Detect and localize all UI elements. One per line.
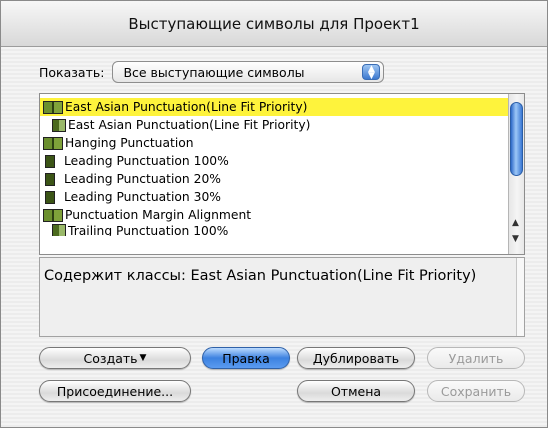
cancel-button[interactable]: Отмена xyxy=(297,380,415,402)
window-title: Выступающие символы для Проект1 xyxy=(128,14,420,33)
hanging-set-icon xyxy=(43,208,63,222)
save-button[interactable]: Сохранить xyxy=(427,380,525,402)
list-item-label: East Asian Punctuation(Line Fit Priority… xyxy=(65,100,308,114)
hanging-set-icon xyxy=(43,136,63,150)
updown-arrows-icon: ▲ ▼ xyxy=(362,64,381,81)
cancel-button-label: Отмена xyxy=(330,383,382,399)
show-popup[interactable]: Все выступающие символы ▲ ▼ xyxy=(112,61,385,83)
list-item[interactable]: Leading Punctuation 30% xyxy=(40,188,508,206)
append-button-label: Присоединение... xyxy=(56,383,174,399)
list-item-label: Trailing Punctuation 100% xyxy=(68,224,229,236)
show-label: Показать: xyxy=(39,64,105,80)
list-item-label: East Asian Punctuation(Line Fit Priority… xyxy=(68,118,311,132)
edit-button-label: Правка xyxy=(222,350,270,366)
hanging-characters-dialog: Выступающие символы для Проект1 Показать… xyxy=(0,0,548,428)
description-text: Содержит классы: East Asian Punctuation(… xyxy=(44,268,477,284)
list-item-label: Leading Punctuation 20% xyxy=(64,172,221,186)
scroll-thumb[interactable] xyxy=(510,102,523,176)
list-item[interactable]: Punctuation Margin Alignment xyxy=(40,206,508,224)
list-item[interactable]: East Asian Punctuation(Line Fit Priority… xyxy=(40,98,508,116)
description-box: Содержит классы: East Asian Punctuation(… xyxy=(39,257,525,337)
dropdown-triangle-icon: ▼ xyxy=(139,353,147,363)
new-button-label: Создать xyxy=(83,350,138,366)
scroll-up-arrow-icon[interactable]: ▲ xyxy=(512,218,519,228)
list-item-label: Hanging Punctuation xyxy=(65,136,194,150)
duplicate-button-label: Дублировать xyxy=(312,350,400,366)
delete-button-label: Удалить xyxy=(448,350,504,366)
duplicate-button[interactable]: Дублировать xyxy=(297,347,415,369)
list-item[interactable]: Trailing Punctuation 100% xyxy=(40,224,508,236)
list-item[interactable]: Leading Punctuation 100% xyxy=(40,152,508,170)
new-button[interactable]: Создать ▼ xyxy=(39,347,191,369)
show-popup-value: Все выступающие символы xyxy=(123,64,305,80)
hanging-class-icon xyxy=(52,224,66,236)
description-scrollbar xyxy=(516,258,524,336)
list-item-label: Leading Punctuation 100% xyxy=(64,154,229,168)
edit-button[interactable]: Правка xyxy=(202,347,290,369)
show-row: Показать: Все выступающие символы ▲ ▼ xyxy=(39,61,385,83)
list-item[interactable]: East Asian Punctuation(Line Fit Priority… xyxy=(40,116,508,134)
list-item[interactable]: Leading Punctuation 20% xyxy=(40,170,508,188)
hanging-class-icon xyxy=(45,154,55,168)
save-button-label: Сохранить xyxy=(440,383,512,399)
list-scrollbar[interactable]: ▲ ▼ xyxy=(508,94,524,254)
list-item-label: Leading Punctuation 30% xyxy=(64,190,221,204)
append-button[interactable]: Присоединение... xyxy=(39,380,191,402)
list-item[interactable]: Hanging Punctuation xyxy=(40,134,508,152)
hanging-set-icon xyxy=(43,100,63,114)
hanging-class-icon xyxy=(45,172,55,186)
list-item-label: Punctuation Margin Alignment xyxy=(65,208,252,222)
title-bar: Выступающие символы для Проект1 xyxy=(1,1,547,47)
scroll-down-arrow-icon[interactable]: ▼ xyxy=(512,234,519,244)
hanging-sets-list[interactable]: East Asian Punctuation(Line Fit Priority… xyxy=(39,93,525,255)
hanging-class-icon xyxy=(45,190,55,204)
hanging-class-icon xyxy=(52,118,66,132)
delete-button[interactable]: Удалить xyxy=(427,347,525,369)
